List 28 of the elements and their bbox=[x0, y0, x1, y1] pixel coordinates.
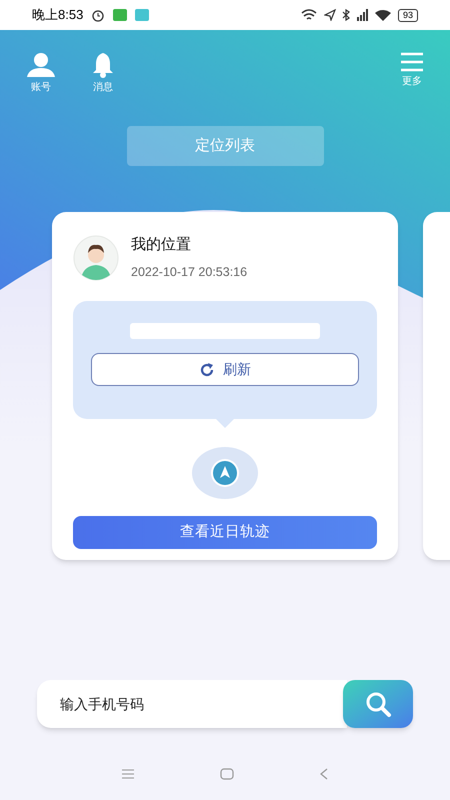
account-icon bbox=[26, 52, 56, 78]
timestamp: 2022-10-17 20:53:16 bbox=[131, 264, 248, 280]
status-time: 晚上8:53 bbox=[32, 6, 84, 24]
avatar-icon bbox=[73, 234, 119, 281]
home-icon[interactable] bbox=[220, 768, 234, 780]
battery-indicator: 93 bbox=[398, 8, 418, 22]
recent-track-button[interactable]: 查看近日轨迹 bbox=[73, 516, 377, 550]
message-button[interactable]: 消息 bbox=[92, 52, 114, 95]
menu-icon[interactable] bbox=[121, 769, 135, 779]
navigation-marker-icon[interactable] bbox=[192, 447, 258, 500]
phone-search-field[interactable]: 输入手机号码 bbox=[37, 680, 347, 728]
wifi-icon bbox=[374, 9, 392, 21]
more-button[interactable]: 更多 bbox=[400, 52, 424, 89]
back-icon[interactable] bbox=[319, 768, 329, 780]
bluetooth-icon bbox=[342, 9, 350, 21]
location-title: 我的位置 bbox=[131, 235, 192, 255]
alarm-icon bbox=[91, 8, 106, 22]
location-list-button[interactable]: 定位列表 bbox=[126, 126, 324, 166]
refresh-button[interactable]: 刷新 bbox=[91, 353, 359, 386]
menu-icon bbox=[400, 52, 424, 72]
cell-signal-icon bbox=[356, 9, 368, 21]
refresh-icon bbox=[199, 362, 215, 378]
app-notification-icon bbox=[135, 9, 150, 21]
account-button[interactable]: 账号 bbox=[26, 52, 56, 95]
app-notification-icon bbox=[113, 9, 128, 21]
location-icon bbox=[324, 9, 336, 21]
search-icon bbox=[364, 690, 392, 718]
bell-icon bbox=[92, 52, 114, 78]
